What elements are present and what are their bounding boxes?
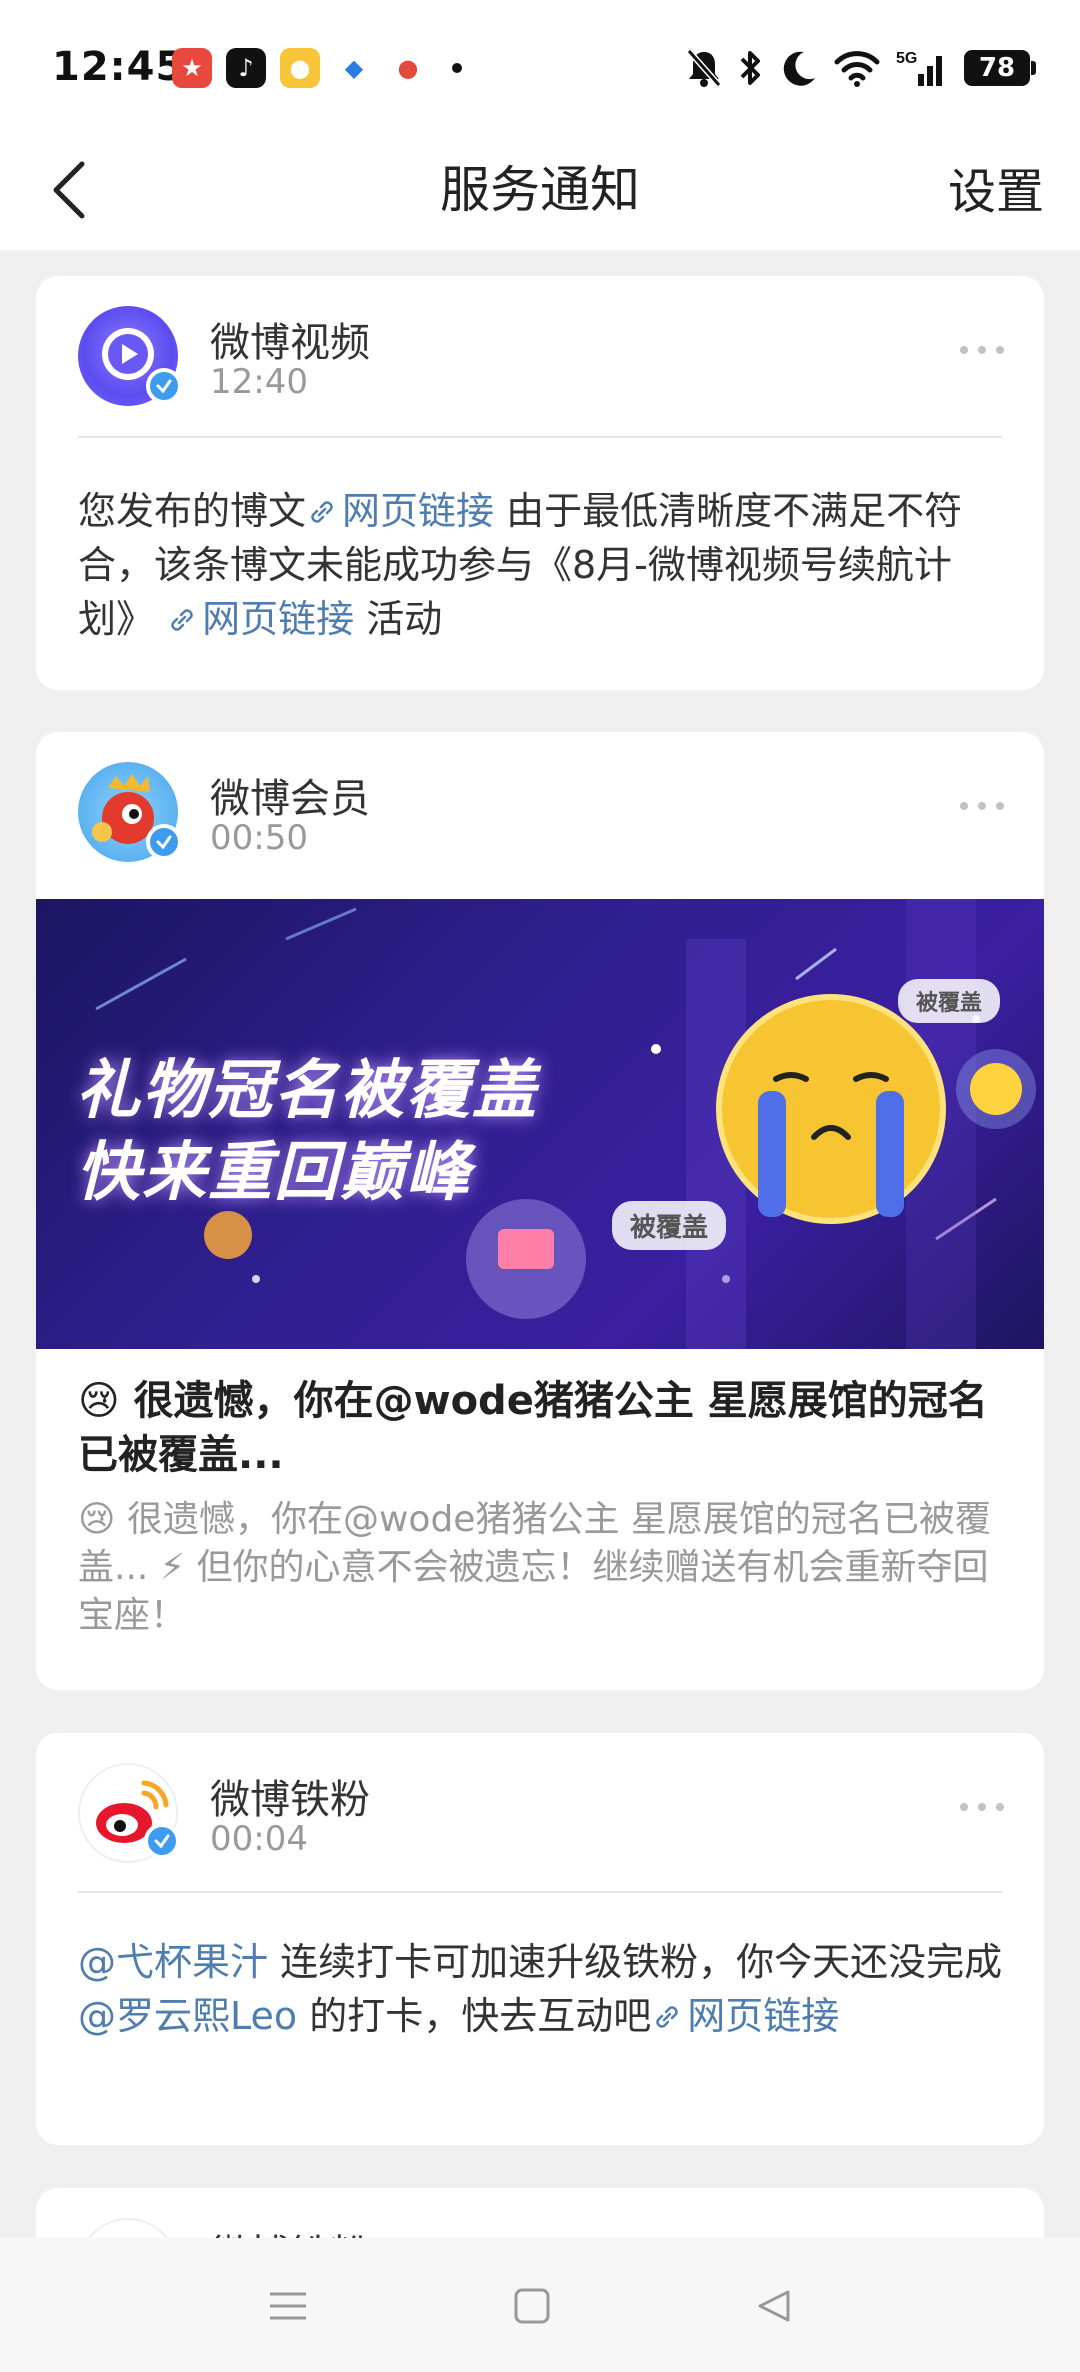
check-icon (156, 379, 172, 394)
verified-badge (146, 368, 182, 404)
sender-name[interactable]: 微博铁粉 (210, 1767, 370, 1825)
bluetooth-icon (740, 51, 760, 85)
covered-tag: 被覆盖 (612, 1201, 727, 1250)
message-description: 😢 很遗憾，你在@wode猪猪公主 星愿展馆的冠名已被覆盖... ⚡ 但你的心意… (78, 1499, 991, 1636)
more-dot (996, 802, 1004, 810)
page-title: 服务通知 (440, 161, 640, 219)
status-bar: 12:45 ★ ♪ ● ◆ ● 5G 78 (0, 0, 1080, 130)
battery-indicator: 78 (964, 50, 1036, 86)
system-navigation-bar (0, 2238, 1080, 2372)
message-body: 您发布的博文 网页链接 由于最低清晰度不满足不符合，该条博文未能成功参与《8月-微… (78, 484, 1004, 646)
triangle-back-icon (758, 2290, 790, 2322)
settings-button[interactable]: 设置 (948, 152, 1044, 232)
web-link-label: 网页链接 (202, 597, 355, 641)
weibo-icon: ● (280, 48, 320, 88)
user-mention[interactable]: @罗云熙Leo (78, 1994, 297, 2038)
message-title[interactable]: 😢 很遗憾，你在@wode猪猪公主 星愿展馆的冠名已被覆盖... (78, 1374, 1004, 1482)
game-app-icon: ★ (172, 48, 212, 88)
card-header: 微博会员 00:50 (36, 732, 1044, 892)
card-header: 微博视频 12:40 (36, 276, 1044, 436)
notification-card[interactable]: 微博会员 00:50 礼物冠名被覆盖 快来重回巅峰 被覆盖 被覆盖 😢 很遗憾，… (36, 732, 1044, 1690)
more-dot (996, 346, 1004, 354)
network-type-label: 5G (896, 50, 917, 67)
covered-tag: 被覆盖 (898, 979, 1001, 1023)
more-notifications-dot (452, 63, 462, 73)
message-time: 12:40 (210, 362, 308, 402)
notification-app-icons: ★ ♪ ● ◆ ● (172, 48, 462, 88)
more-options-button[interactable] (960, 346, 1004, 358)
more-options-button[interactable] (960, 1803, 1004, 1815)
body-text: 活动 (354, 597, 443, 641)
avatar-weibo-vip[interactable] (78, 762, 182, 862)
map-app-icon: ● (388, 48, 428, 88)
status-time: 12:45 (52, 44, 185, 90)
web-link-label: 网页链接 (342, 489, 495, 533)
banner-headline: 礼物冠名被覆盖 (76, 1054, 538, 1128)
verified-badge (146, 824, 182, 860)
web-link-label: 网页链接 (687, 1994, 840, 2038)
card-header: 微博铁粉 00:04 (36, 1733, 1044, 1893)
signal-icon: 5G (896, 50, 942, 86)
more-dot (960, 1803, 968, 1811)
message-body: @弋杯果汁 连续打卡可加速升级铁粉，你今天还没完成 @罗云熙Leo 的打卡，快去互… (78, 1935, 1004, 2043)
web-link[interactable]: 网页链接 (651, 1994, 839, 2038)
link-icon (311, 501, 333, 523)
divider (78, 436, 1002, 438)
banner-headline: 快来重回巅峰 (76, 1136, 472, 1210)
nav-bar: 服务通知 设置 (0, 130, 1080, 250)
body-text: 的打卡，快去互动吧 (297, 1994, 652, 2038)
square-icon (514, 2288, 550, 2324)
more-dot (978, 1803, 986, 1811)
message-time: 00:04 (210, 1819, 308, 1859)
message-time: 00:50 (210, 818, 308, 858)
sender-name[interactable]: 微博视频 (210, 310, 370, 368)
web-link[interactable]: 网页链接 (154, 597, 354, 641)
link-icon (656, 2006, 678, 2028)
home-button[interactable] (502, 2278, 562, 2334)
tiktok-icon: ♪ (226, 48, 266, 88)
avatar-weibo-fans[interactable] (78, 1763, 180, 1863)
check-icon (156, 835, 172, 850)
avatar-weibo-video[interactable] (78, 306, 182, 406)
more-dot (978, 802, 986, 810)
system-status-icons: 5G 78 (686, 48, 1036, 88)
notification-card[interactable]: 微博铁粉 00:04 @弋杯果汁 连续打卡可加速升级铁粉，你今天还没完成 @罗云熙… (36, 1733, 1044, 2145)
mute-icon (686, 49, 722, 87)
recent-apps-button[interactable] (258, 2278, 318, 2334)
sender-name[interactable]: 微博会员 (210, 766, 370, 824)
divider (78, 1891, 1002, 1893)
browser-app-icon: ◆ (334, 48, 374, 88)
body-text: 连续打卡可加速升级铁粉，你今天还没完成 (268, 1940, 1003, 1984)
battery-level: 78 (978, 53, 1016, 83)
more-dot (960, 802, 968, 810)
body-text: 您发布的博文 (78, 489, 307, 533)
verified-badge (144, 1823, 180, 1859)
more-options-button[interactable] (960, 802, 1004, 814)
user-mention[interactable]: @弋杯果汁 (78, 1940, 268, 1984)
moon-icon (783, 51, 815, 86)
wifi-icon (834, 51, 880, 87)
notification-card[interactable]: 微博视频 12:40 您发布的博文 网页链接 由于最低清晰度不满足不符合，该条博文… (36, 276, 1044, 690)
more-dot (996, 1803, 1004, 1811)
menu-icon (270, 2292, 306, 2320)
link-icon (171, 609, 193, 631)
more-dot (978, 346, 986, 354)
promo-banner[interactable]: 礼物冠名被覆盖 快来重回巅峰 被覆盖 被覆盖 (36, 899, 1044, 1349)
more-dot (960, 346, 968, 354)
back-nav-button[interactable] (744, 2278, 804, 2334)
web-link[interactable]: 网页链接 (306, 489, 494, 533)
check-icon (154, 1834, 170, 1849)
